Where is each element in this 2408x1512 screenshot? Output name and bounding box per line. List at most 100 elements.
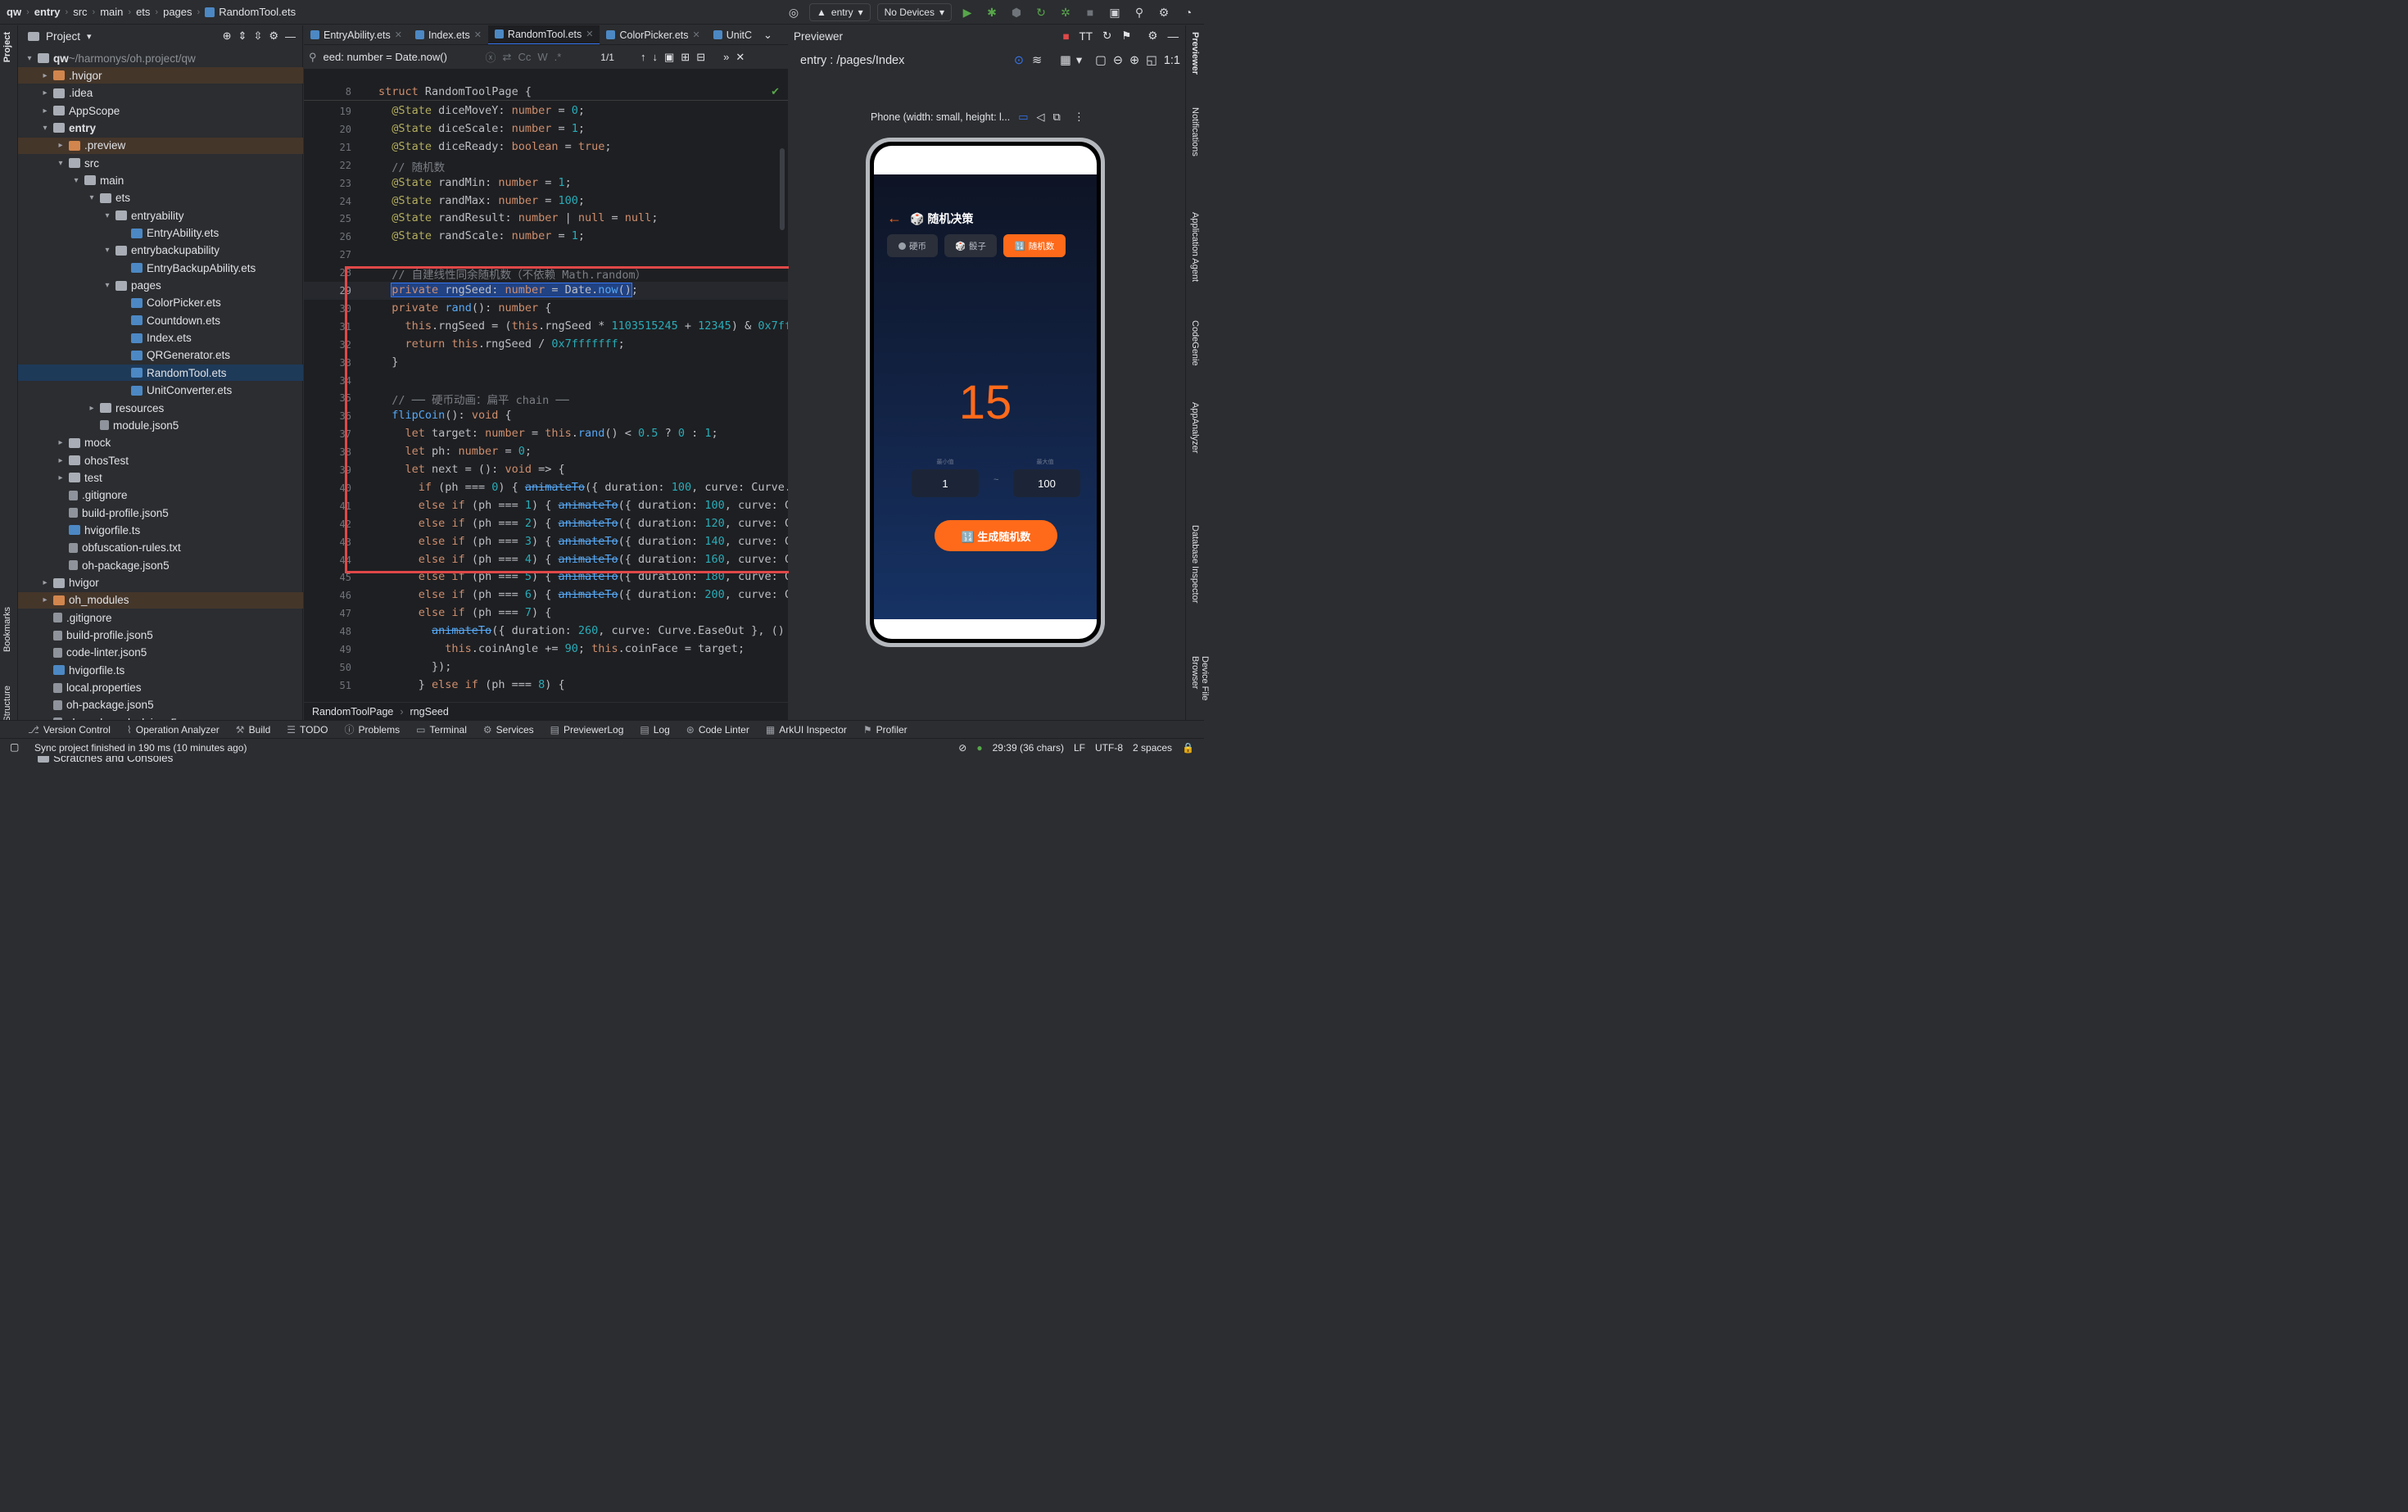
scrollbar[interactable] <box>780 148 785 230</box>
bottom-tool[interactable]: ▤ Log <box>640 724 669 736</box>
breadcrumb-item[interactable]: pages <box>163 6 192 18</box>
chevron-right-icon[interactable]: ▸ <box>56 473 66 482</box>
toggle-panels-icon[interactable]: ▢ <box>10 741 19 753</box>
bottom-tool[interactable]: ⎇ Version Control <box>28 724 111 736</box>
run-config-select[interactable]: ▲ entry ▾ <box>809 3 871 21</box>
search-icon[interactable]: ⚲ <box>1130 3 1148 21</box>
debug-icon[interactable]: ✱ <box>983 3 1001 21</box>
chevron-right-icon[interactable]: ▸ <box>56 456 66 465</box>
tree-item[interactable]: hvigorfile.ts <box>18 662 303 678</box>
tree-item[interactable]: ▸ test <box>18 469 303 486</box>
bottom-tool[interactable]: ⊛ Code Linter <box>686 724 749 736</box>
breadcrumb-item[interactable]: RandomTool.ets <box>219 6 296 18</box>
chevron-down-icon[interactable]: ▾ <box>25 54 34 63</box>
tree-item[interactable]: ▸ ohosTest <box>18 452 303 469</box>
lock-icon[interactable]: 🔒 <box>1182 742 1194 754</box>
breadcrumb-item[interactable]: src <box>73 6 87 18</box>
close-icon[interactable]: ✕ <box>474 29 482 40</box>
more-icon[interactable]: ⋮ <box>784 29 788 42</box>
tree-item[interactable]: QRGenerator.ets <box>18 347 303 364</box>
tree-item[interactable]: ▾ qw ~/harmonys/oh.project/qw <box>18 50 303 66</box>
collapse-all-icon[interactable]: ⇳ <box>253 29 262 43</box>
tree-item[interactable]: .gitignore <box>18 487 303 504</box>
tree-item[interactable]: ColorPicker.ets <box>18 295 303 311</box>
fit-icon[interactable]: ◱ <box>1146 54 1157 67</box>
chevron-down-icon[interactable]: ▾ <box>87 193 97 202</box>
chip-dice[interactable]: 🎲 骰子 <box>944 234 997 257</box>
prev-match-icon[interactable]: ↑ <box>640 51 646 63</box>
tree-item[interactable]: ▸ .idea <box>18 85 303 102</box>
close-icon[interactable]: ✕ <box>736 51 745 64</box>
close-icon[interactable]: ✕ <box>693 29 700 40</box>
tree-item[interactable]: ▸ oh_modules <box>18 591 303 609</box>
tree-item[interactable]: ▸ resources <box>18 400 303 416</box>
phone-screen[interactable]: ← 🎲 随机决策 硬币 🎲 骰子 🔢 随机数 15 最小值 最大值 1 ~ 100 … <box>874 146 1097 639</box>
max-input[interactable]: 100 <box>1013 469 1080 497</box>
tree-item[interactable]: oh-package.json5 <box>18 697 303 713</box>
bottom-tool[interactable]: ⚒ Build <box>236 724 270 736</box>
chevron-down-icon[interactable]: ▾ <box>1076 54 1082 67</box>
bottom-tool[interactable]: ☰ TODO <box>287 724 328 736</box>
words-toggle[interactable]: W <box>537 51 547 63</box>
tree-item[interactable]: ▸ .preview <box>18 137 303 154</box>
filter-icon[interactable]: ⊞ <box>681 51 690 64</box>
tree-item[interactable]: Countdown.ets <box>18 312 303 328</box>
actual-size-icon[interactable]: 1:1 <box>1164 54 1180 67</box>
account-icon[interactable]: ◔ <box>1179 3 1197 21</box>
editor-tab[interactable]: UnitC <box>707 25 758 44</box>
device-select[interactable]: No Devices ▾ <box>876 3 952 21</box>
gear-icon[interactable]: ⚙ <box>1147 29 1157 43</box>
tree-item[interactable]: ▾ pages <box>18 278 303 294</box>
tree-item[interactable]: build-profile.json5 <box>18 627 303 644</box>
tree-item[interactable]: code-linter.json5 <box>18 645 303 661</box>
back-icon[interactable]: ◁ <box>1037 111 1045 124</box>
breadcrumb-item[interactable]: ets <box>136 6 150 18</box>
filter-alt-icon[interactable]: ⊟ <box>696 51 705 64</box>
code-area[interactable]: 8 struct RandomToolPage { ✔ 19 @State di… <box>304 83 788 695</box>
grid-icon[interactable]: ▦ <box>1060 54 1071 67</box>
next-match-icon[interactable]: ↓ <box>652 51 658 63</box>
zoom-out-icon[interactable]: ⊖ <box>1113 54 1123 67</box>
locate-icon[interactable]: ⊕ <box>223 29 232 43</box>
tree-item[interactable]: ▸ hvigor <box>18 575 303 591</box>
regex-toggle[interactable]: .* <box>554 51 562 63</box>
zoom-in-icon[interactable]: ⊕ <box>1129 54 1139 67</box>
tree-item[interactable]: oh-package.json5 <box>18 557 303 573</box>
tree-item[interactable]: ▾ ets <box>18 190 303 206</box>
bottom-tool[interactable]: ⚑ Profiler <box>863 724 908 736</box>
bottom-tool[interactable]: ⓘ Problems <box>344 722 400 736</box>
back-arrow-icon[interactable]: ← <box>887 210 902 227</box>
match-case-toggle[interactable]: Cc <box>518 51 531 63</box>
gear-icon[interactable]: ⚙ <box>269 29 278 43</box>
chevron-down-icon[interactable]: ▾ <box>102 281 112 290</box>
stop-icon[interactable]: ■ <box>1081 3 1099 21</box>
chevron-right-icon[interactable]: ▸ <box>40 71 50 80</box>
close-icon[interactable]: ✕ <box>586 29 593 39</box>
tree-item[interactable]: ▾ src <box>18 155 303 171</box>
breadcrumb-item[interactable]: entry <box>34 6 61 18</box>
bottom-tool[interactable]: ▤ PreviewerLog <box>550 724 624 736</box>
expand-all-icon[interactable]: ⇕ <box>238 29 247 43</box>
tree-item[interactable]: ▸ AppScope <box>18 102 303 119</box>
rotate-icon[interactable]: ⧉ <box>1053 111 1061 124</box>
tree-item[interactable]: UnitConverter.ets <box>18 383 303 399</box>
minimize-icon[interactable]: — <box>1168 30 1179 43</box>
chevron-down-icon[interactable]: ▾ <box>102 211 112 220</box>
chevron-right-icon[interactable]: ▸ <box>56 141 66 150</box>
tree-item[interactable]: ▾ main <box>18 172 303 188</box>
editor-tab[interactable]: Index.ets ✕ <box>409 25 488 44</box>
tree-item[interactable]: hvigorfile.ts <box>18 522 303 538</box>
tree-item[interactable]: EntryAbility.ets <box>18 225 303 242</box>
breadcrumb-item[interactable]: main <box>100 6 123 18</box>
right-tool-tab[interactable]: CodeGenie <box>1190 320 1200 366</box>
tree-item[interactable]: EntryBackupAbility.ets <box>18 260 303 276</box>
editor-tab[interactable]: EntryAbility.ets ✕ <box>304 25 409 44</box>
target-icon[interactable]: ◎ <box>785 3 803 21</box>
caret-position[interactable]: 29:39 (36 chars) <box>993 742 1064 754</box>
minimize-icon[interactable]: — <box>285 30 296 43</box>
chevron-right-icon[interactable]: ▸ <box>40 578 50 587</box>
tree-item[interactable]: local.properties <box>18 680 303 696</box>
indent[interactable]: 2 spaces <box>1133 742 1172 754</box>
multi-device-icon[interactable]: ▭ <box>1018 111 1028 124</box>
tree-item[interactable]: ▸ mock <box>18 435 303 451</box>
